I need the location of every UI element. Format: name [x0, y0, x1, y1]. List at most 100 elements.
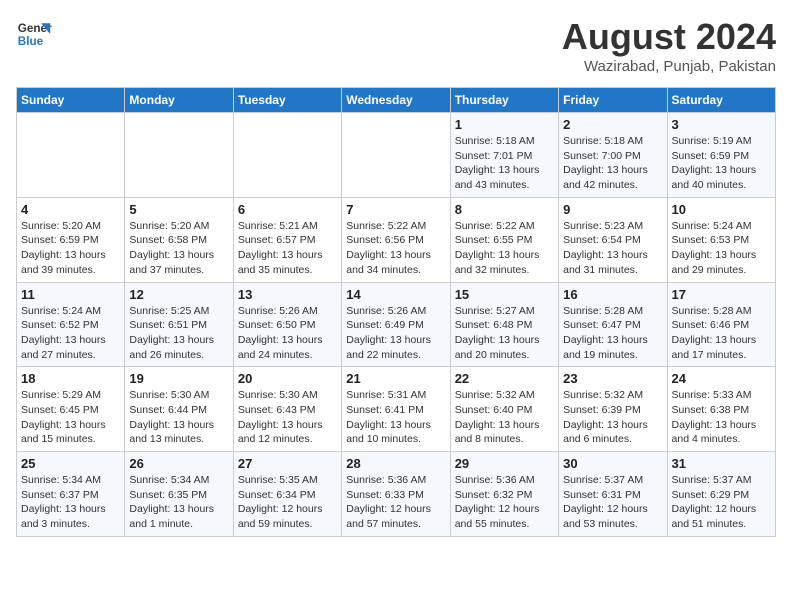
- calendar-cell: 2Sunrise: 5:18 AMSunset: 7:00 PMDaylight…: [559, 113, 667, 198]
- day-info: Sunrise: 5:20 AMSunset: 6:58 PMDaylight:…: [129, 219, 228, 278]
- day-header-monday: Monday: [125, 88, 233, 113]
- calendar-cell: 31 Sunrise: 5:37 AMSunset: 6:29 PMDayligh…: [667, 452, 775, 537]
- day-header-tuesday: Tuesday: [233, 88, 341, 113]
- day-number: 10: [672, 202, 771, 217]
- calendar-cell: 10Sunrise: 5:24 AMSunset: 6:53 PMDayligh…: [667, 197, 775, 282]
- day-info: Sunrise: 5:22 AMSunset: 6:55 PMDaylight:…: [455, 219, 554, 278]
- calendar-cell: 3 Sunrise: 5:19 AMSunset: 6:59 PMDaylight…: [667, 113, 775, 198]
- days-header-row: SundayMondayTuesdayWednesdayThursdayFrid…: [17, 88, 776, 113]
- day-info: Sunrise: 5:20 AMSunset: 6:59 PMDaylight:…: [21, 219, 120, 278]
- logo-icon: General Blue: [16, 16, 52, 52]
- calendar-cell: 8 Sunrise: 5:22 AMSunset: 6:55 PMDaylight…: [450, 197, 558, 282]
- day-number: 8: [455, 202, 554, 217]
- calendar-cell: 18 Sunrise: 5:29 AMSunset: 6:45 PMDayligh…: [17, 367, 125, 452]
- day-info: Sunrise: 5:18 AMSunset: 7:01 PMDaylight:…: [455, 134, 554, 193]
- svg-text:Blue: Blue: [18, 35, 44, 48]
- day-number: 3: [672, 117, 771, 132]
- day-number: 19: [129, 371, 228, 386]
- calendar-table: SundayMondayTuesdayWednesdayThursdayFrid…: [16, 87, 776, 537]
- day-info: Sunrise: 5:31 AMSunset: 6:41 PMDaylight:…: [346, 388, 445, 447]
- day-info: Sunrise: 5:28 AMSunset: 6:46 PMDaylight:…: [672, 304, 771, 363]
- day-info: Sunrise: 5:24 AMSunset: 6:52 PMDaylight:…: [21, 304, 120, 363]
- day-number: 4: [21, 202, 120, 217]
- calendar-cell: 22 Sunrise: 5:32 AMSunset: 6:40 PMDayligh…: [450, 367, 558, 452]
- day-info: Sunrise: 5:19 AMSunset: 6:59 PMDaylight:…: [672, 134, 771, 193]
- calendar-cell: 4 Sunrise: 5:20 AMSunset: 6:59 PMDaylight…: [17, 197, 125, 282]
- calendar-cell: [342, 113, 450, 198]
- calendar-cell: [17, 113, 125, 198]
- day-number: 18: [21, 371, 120, 386]
- day-number: 29: [455, 456, 554, 471]
- day-info: Sunrise: 5:26 AMSunset: 6:49 PMDaylight:…: [346, 304, 445, 363]
- day-number: 1: [455, 117, 554, 132]
- day-number: 12: [129, 287, 228, 302]
- day-info: Sunrise: 5:34 AMSunset: 6:35 PMDaylight:…: [129, 473, 228, 532]
- day-info: Sunrise: 5:32 AMSunset: 6:40 PMDaylight:…: [455, 388, 554, 447]
- day-number: 27: [238, 456, 337, 471]
- day-info: Sunrise: 5:21 AMSunset: 6:57 PMDaylight:…: [238, 219, 337, 278]
- page-header: General Blue August 2024 Wazirabad, Punj…: [16, 16, 776, 75]
- day-info: Sunrise: 5:35 AMSunset: 6:34 PMDaylight:…: [238, 473, 337, 532]
- calendar-cell: 12 Sunrise: 5:25 AMSunset: 6:51 PMDayligh…: [125, 282, 233, 367]
- calendar-cell: 26 Sunrise: 5:34 AMSunset: 6:35 PMDayligh…: [125, 452, 233, 537]
- day-number: 14: [346, 287, 445, 302]
- calendar-cell: 13Sunrise: 5:26 AMSunset: 6:50 PMDayligh…: [233, 282, 341, 367]
- day-info: Sunrise: 5:23 AMSunset: 6:54 PMDaylight:…: [563, 219, 662, 278]
- calendar-cell: 16 Sunrise: 5:28 AMSunset: 6:47 PMDayligh…: [559, 282, 667, 367]
- day-info: Sunrise: 5:26 AMSunset: 6:50 PMDaylight:…: [238, 304, 337, 363]
- week-row-2: 4 Sunrise: 5:20 AMSunset: 6:59 PMDaylight…: [17, 197, 776, 282]
- calendar-cell: 20 Sunrise: 5:30 AMSunset: 6:43 PMDayligh…: [233, 367, 341, 452]
- day-info: Sunrise: 5:34 AMSunset: 6:37 PMDaylight:…: [21, 473, 120, 532]
- day-number: 30: [563, 456, 662, 471]
- calendar-cell: 19 Sunrise: 5:30 AMSunset: 6:44 PMDayligh…: [125, 367, 233, 452]
- day-number: 21: [346, 371, 445, 386]
- week-row-1: 1 Sunrise: 5:18 AMSunset: 7:01 PMDaylight…: [17, 113, 776, 198]
- day-number: 25: [21, 456, 120, 471]
- day-info: Sunrise: 5:36 AMSunset: 6:33 PMDaylight:…: [346, 473, 445, 532]
- calendar-cell: 25 Sunrise: 5:34 AMSunset: 6:37 PMDayligh…: [17, 452, 125, 537]
- day-info: Sunrise: 5:30 AMSunset: 6:43 PMDaylight:…: [238, 388, 337, 447]
- day-number: 5: [129, 202, 228, 217]
- day-info: Sunrise: 5:33 AMSunset: 6:38 PMDaylight:…: [672, 388, 771, 447]
- calendar-cell: 14 Sunrise: 5:26 AMSunset: 6:49 PMDayligh…: [342, 282, 450, 367]
- day-info: Sunrise: 5:25 AMSunset: 6:51 PMDaylight:…: [129, 304, 228, 363]
- day-number: 11: [21, 287, 120, 302]
- calendar-cell: 6 Sunrise: 5:21 AMSunset: 6:57 PMDaylight…: [233, 197, 341, 282]
- day-info: Sunrise: 5:29 AMSunset: 6:45 PMDaylight:…: [21, 388, 120, 447]
- calendar-cell: 24Sunrise: 5:33 AMSunset: 6:38 PMDayligh…: [667, 367, 775, 452]
- day-header-thursday: Thursday: [450, 88, 558, 113]
- week-row-3: 11 Sunrise: 5:24 AMSunset: 6:52 PMDayligh…: [17, 282, 776, 367]
- calendar-cell: [233, 113, 341, 198]
- day-header-wednesday: Wednesday: [342, 88, 450, 113]
- calendar-cell: 1 Sunrise: 5:18 AMSunset: 7:01 PMDaylight…: [450, 113, 558, 198]
- day-number: 6: [238, 202, 337, 217]
- day-info: Sunrise: 5:37 AMSunset: 6:31 PMDaylight:…: [563, 473, 662, 532]
- day-number: 31: [672, 456, 771, 471]
- day-info: Sunrise: 5:32 AMSunset: 6:39 PMDaylight:…: [563, 388, 662, 447]
- title-block: August 2024 Wazirabad, Punjab, Pakistan: [562, 16, 776, 75]
- day-number: 7: [346, 202, 445, 217]
- logo: General Blue: [16, 16, 52, 52]
- week-row-5: 25 Sunrise: 5:34 AMSunset: 6:37 PMDayligh…: [17, 452, 776, 537]
- day-header-sunday: Sunday: [17, 88, 125, 113]
- day-info: Sunrise: 5:37 AMSunset: 6:29 PMDaylight:…: [672, 473, 771, 532]
- day-number: 9: [563, 202, 662, 217]
- day-number: 22: [455, 371, 554, 386]
- calendar-cell: 5 Sunrise: 5:20 AMSunset: 6:58 PMDaylight…: [125, 197, 233, 282]
- day-info: Sunrise: 5:28 AMSunset: 6:47 PMDaylight:…: [563, 304, 662, 363]
- day-number: 16: [563, 287, 662, 302]
- week-row-4: 18 Sunrise: 5:29 AMSunset: 6:45 PMDayligh…: [17, 367, 776, 452]
- calendar-cell: 15Sunrise: 5:27 AMSunset: 6:48 PMDayligh…: [450, 282, 558, 367]
- day-number: 28: [346, 456, 445, 471]
- calendar-cell: 11 Sunrise: 5:24 AMSunset: 6:52 PMDayligh…: [17, 282, 125, 367]
- day-number: 26: [129, 456, 228, 471]
- day-info: Sunrise: 5:27 AMSunset: 6:48 PMDaylight:…: [455, 304, 554, 363]
- calendar-cell: [125, 113, 233, 198]
- calendar-cell: 7Sunrise: 5:22 AMSunset: 6:56 PMDaylight…: [342, 197, 450, 282]
- calendar-cell: 29 Sunrise: 5:36 AMSunset: 6:32 PMDayligh…: [450, 452, 558, 537]
- day-info: Sunrise: 5:30 AMSunset: 6:44 PMDaylight:…: [129, 388, 228, 447]
- day-info: Sunrise: 5:36 AMSunset: 6:32 PMDaylight:…: [455, 473, 554, 532]
- day-number: 20: [238, 371, 337, 386]
- calendar-cell: 30 Sunrise: 5:37 AMSunset: 6:31 PMDayligh…: [559, 452, 667, 537]
- location: Wazirabad, Punjab, Pakistan: [562, 58, 776, 75]
